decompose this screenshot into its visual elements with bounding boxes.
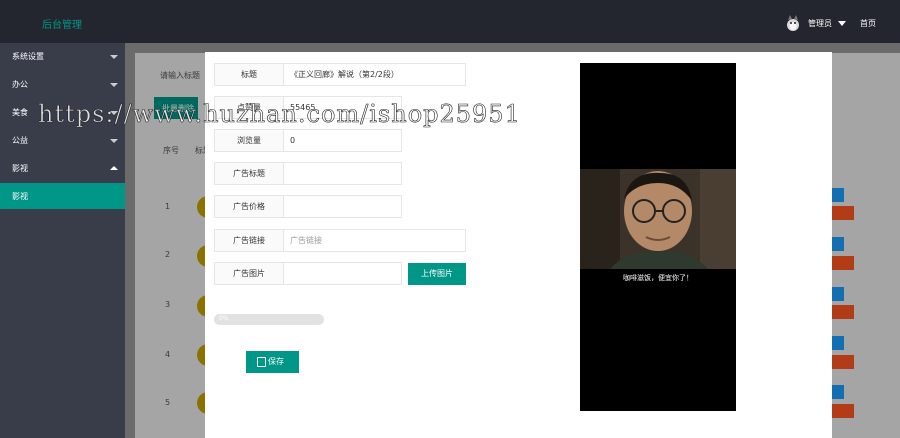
sidebar-subitem-label: 影视 [12, 192, 28, 201]
ad-link-field[interactable]: 广告链接 [283, 229, 466, 252]
chevron-down-icon [110, 139, 118, 143]
sidebar-item-label: 办公 [12, 80, 28, 89]
views-field[interactable]: 0 [283, 129, 402, 152]
sidebar-item-charity[interactable]: 公益 [0, 127, 125, 155]
video-caption: 咖啡滋饭，便宜你了！ [623, 274, 693, 282]
home-link[interactable]: 首页 [860, 18, 876, 29]
video-preview[interactable]: 咖啡滋饭，便宜你了！ [580, 63, 736, 411]
sidebar-item-label: 公益 [12, 136, 28, 145]
chevron-down-icon [110, 83, 118, 87]
upload-progress-bar: 0% [214, 314, 324, 325]
title-label: 标题 [214, 63, 284, 86]
ad-price-label: 广告价格 [214, 195, 284, 218]
user-avatar-icon[interactable] [786, 14, 800, 32]
title-field[interactable]: 《正义回廊》解说（第2/2段） [283, 63, 466, 86]
ad-image-label: 广告图片 [214, 262, 284, 285]
chevron-down-icon[interactable] [838, 21, 846, 26]
video-frame-illustration [580, 169, 736, 269]
save-icon [257, 357, 266, 367]
sidebar-item-label: 系统设置 [12, 52, 44, 61]
watermark-text: https://www.huzhan.com/ishop25951 [38, 100, 521, 129]
sidebar-item-office[interactable]: 办公 [0, 71, 125, 99]
save-button[interactable]: 保存 [246, 351, 299, 373]
upload-image-button[interactable]: 上传图片 [408, 263, 466, 285]
save-button-label: 保存 [268, 357, 284, 366]
sidebar-item-label: 美食 [12, 108, 28, 117]
sidebar-item-system[interactable]: 系统设置 [0, 43, 125, 71]
sidebar-item-label: 影视 [12, 164, 28, 173]
views-label: 浏览量 [214, 129, 284, 152]
top-header: 后台管理 管理员 首页 [0, 0, 900, 43]
ad-price-field[interactable] [283, 195, 402, 218]
ad-image-field[interactable] [283, 262, 402, 285]
ad-title-field[interactable] [283, 162, 402, 185]
chevron-down-icon [110, 55, 118, 59]
ad-title-label: 广告标题 [214, 162, 284, 185]
user-menu-label[interactable]: 管理员 [808, 18, 832, 29]
sidebar-subitem-movies[interactable]: 影视 [0, 183, 125, 209]
ad-link-label: 广告链接 [214, 229, 284, 252]
video-frame-image [580, 169, 736, 269]
sidebar-item-movies[interactable]: 影视 [0, 155, 125, 183]
upload-progress-text: 0% [219, 315, 229, 322]
chevron-up-icon [110, 166, 118, 170]
brand-title[interactable]: 后台管理 [42, 16, 82, 31]
